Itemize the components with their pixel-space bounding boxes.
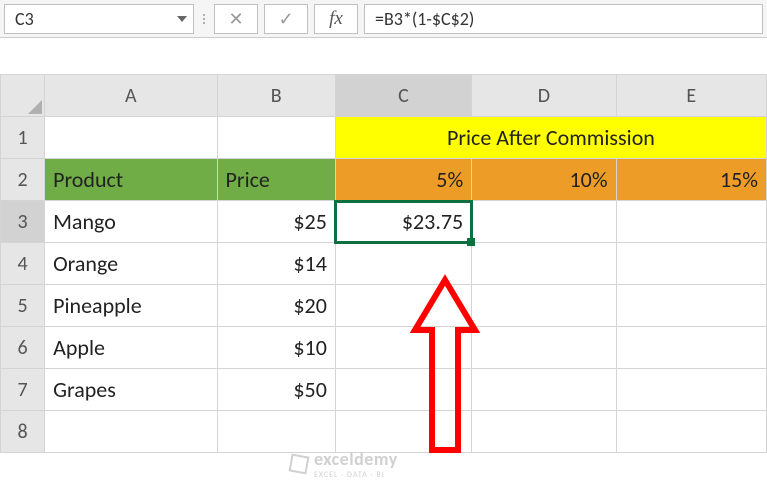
row-header-3[interactable]: 3 — [1, 201, 45, 243]
confirm-button[interactable]: ✓ — [264, 4, 308, 34]
cell-b8[interactable] — [217, 411, 335, 453]
cell-b2[interactable]: Price — [217, 159, 335, 201]
row-4: 4 Orange $14 — [1, 243, 767, 285]
cell-b3[interactable]: $25 — [217, 201, 335, 243]
cell-a2[interactable]: Product — [45, 159, 217, 201]
cell-e6[interactable] — [616, 327, 766, 369]
name-box[interactable]: C3 — [4, 4, 194, 34]
watermark-sub: EXCEL · DATA · BI — [314, 470, 398, 480]
cell-e4[interactable] — [616, 243, 766, 285]
column-header-row: A B C D E — [1, 75, 767, 117]
name-box-value: C3 — [15, 8, 34, 30]
cell-d8[interactable] — [472, 411, 616, 453]
col-header-a[interactable]: A — [45, 75, 217, 117]
cell-a5[interactable]: Pineapple — [45, 285, 217, 327]
formula-text: =B3*(1-$C$2) — [375, 8, 474, 30]
fx-icon: fx — [329, 8, 343, 30]
cell-a1[interactable] — [45, 117, 217, 159]
col-header-e[interactable]: E — [616, 75, 766, 117]
row-header-1[interactable]: 1 — [1, 117, 45, 159]
cell-c3-selected[interactable]: $23.75 — [335, 201, 471, 243]
cell-e2[interactable]: 15% — [616, 159, 766, 201]
cell-e3[interactable] — [616, 201, 766, 243]
cell-c5[interactable] — [335, 285, 471, 327]
formula-input[interactable]: =B3*(1-$C$2) — [364, 4, 763, 34]
cell-d5[interactable] — [472, 285, 616, 327]
row-2: 2 Product Price 5% 10% 15% — [1, 159, 767, 201]
cell-c6[interactable] — [335, 327, 471, 369]
col-header-b[interactable]: B — [217, 75, 335, 117]
separator-icon — [200, 7, 208, 31]
cell-d6[interactable] — [472, 327, 616, 369]
cell-d3[interactable] — [472, 201, 616, 243]
insert-function-button[interactable]: fx — [314, 4, 358, 34]
cell-b5[interactable]: $20 — [217, 285, 335, 327]
chevron-down-icon[interactable] — [177, 16, 187, 22]
row-header-6[interactable]: 6 — [1, 327, 45, 369]
cell-c3-value: $23.75 — [402, 208, 463, 235]
cell-b6[interactable]: $10 — [217, 327, 335, 369]
cell-c4[interactable] — [335, 243, 471, 285]
row-header-5[interactable]: 5 — [1, 285, 45, 327]
row-8: 8 — [1, 411, 767, 453]
cell-e5[interactable] — [616, 285, 766, 327]
cell-a8[interactable] — [45, 411, 217, 453]
cell-c2[interactable]: 5% — [335, 159, 471, 201]
row-header-2[interactable]: 2 — [1, 159, 45, 201]
col-header-d[interactable]: D — [472, 75, 616, 117]
cell-d2[interactable]: 10% — [472, 159, 616, 201]
cell-c8[interactable] — [335, 411, 471, 453]
merged-header[interactable]: Price After Commission — [335, 117, 766, 159]
row-header-7[interactable]: 7 — [1, 369, 45, 411]
row-header-8[interactable]: 8 — [1, 411, 45, 453]
cell-d4[interactable] — [472, 243, 616, 285]
select-all-corner[interactable] — [1, 75, 45, 117]
cell-a6[interactable]: Apple — [45, 327, 217, 369]
row-header-4[interactable]: 4 — [1, 243, 45, 285]
cell-b4[interactable]: $14 — [217, 243, 335, 285]
cell-d7[interactable] — [472, 369, 616, 411]
fill-handle[interactable] — [467, 238, 475, 246]
cell-e7[interactable] — [616, 369, 766, 411]
row-1: 1 Price After Commission — [1, 117, 767, 159]
ribbon-gap — [0, 38, 767, 74]
row-5: 5 Pineapple $20 — [1, 285, 767, 327]
spreadsheet-grid: A B C D E 1 Price After Commission 2 Pro… — [0, 74, 767, 453]
cell-b7[interactable]: $50 — [217, 369, 335, 411]
row-6: 6 Apple $10 — [1, 327, 767, 369]
cell-a3[interactable]: Mango — [45, 201, 217, 243]
cell-a4[interactable]: Orange — [45, 243, 217, 285]
formula-bar: C3 ✕ ✓ fx =B3*(1-$C$2) — [0, 0, 767, 38]
row-7: 7 Grapes $50 — [1, 369, 767, 411]
row-3: 3 Mango $25 $23.75 — [1, 201, 767, 243]
cell-c7[interactable] — [335, 369, 471, 411]
x-icon: ✕ — [228, 8, 243, 30]
cell-b1[interactable] — [217, 117, 335, 159]
cell-e8[interactable] — [616, 411, 766, 453]
check-icon: ✓ — [278, 8, 293, 30]
cancel-button[interactable]: ✕ — [214, 4, 258, 34]
col-header-c[interactable]: C — [335, 75, 471, 117]
logo-icon — [289, 454, 310, 475]
cell-a7[interactable]: Grapes — [45, 369, 217, 411]
